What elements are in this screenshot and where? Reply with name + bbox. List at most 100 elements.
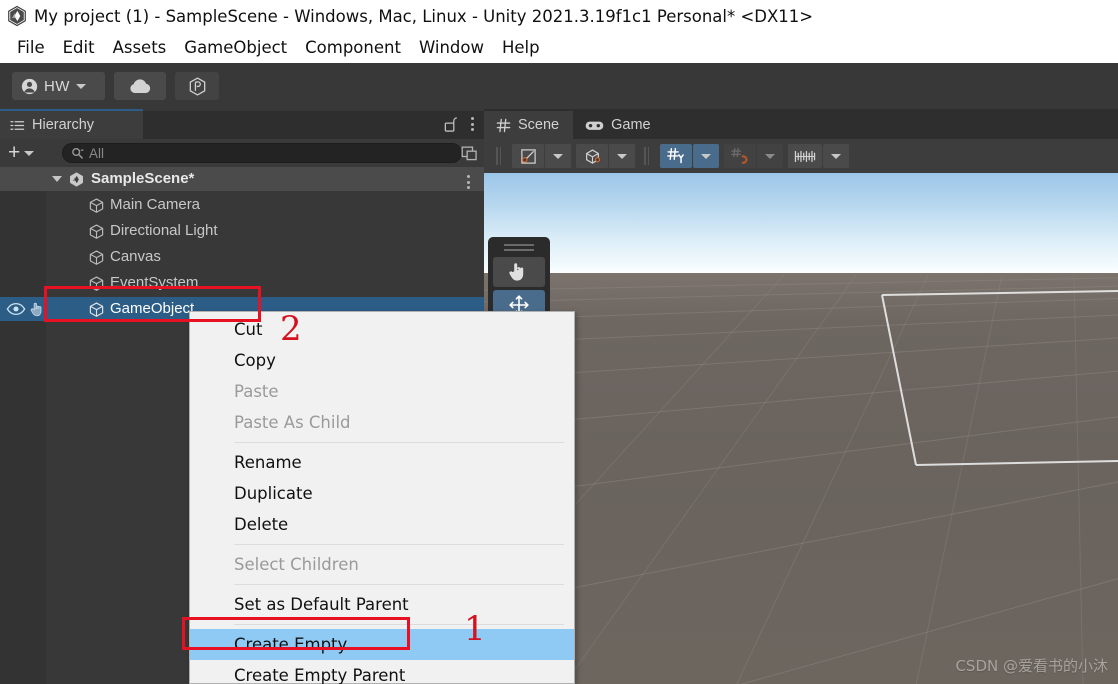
shading-mode-dropdown[interactable]: [545, 144, 571, 168]
account-label: HW: [44, 77, 70, 95]
scene-toolbar: [484, 139, 1118, 173]
scene-viewport[interactable]: CSDN @爱看书的小沐: [484, 173, 1118, 684]
chevron-down-icon: [75, 83, 86, 89]
grid-size-button[interactable]: [788, 144, 822, 168]
scene-view-panel: Scene Game CSDN @爱看书的小沐: [484, 109, 1118, 684]
gameobject-cube-icon: [89, 250, 104, 265]
hierarchy-item-main-camera[interactable]: Main Camera: [0, 193, 484, 217]
shading-mode-icon: [520, 148, 536, 164]
context-item-set-as-default-parent[interactable]: Set as Default Parent: [190, 589, 574, 620]
search-icon: [72, 147, 84, 159]
context-item-rename[interactable]: Rename: [190, 447, 574, 478]
add-gameobject-button[interactable]: +: [8, 142, 35, 163]
chevron-down-icon: [831, 153, 841, 159]
hierarchy-item-label: EventSystem: [110, 274, 199, 291]
search-placeholder: All: [89, 145, 105, 161]
gameobject-cube-icon: [89, 224, 104, 239]
grid-snapping-dropdown[interactable]: [693, 144, 719, 168]
2d-3d-toggle-button[interactable]: [576, 144, 608, 168]
menu-file[interactable]: File: [8, 37, 54, 58]
cloud-button[interactable]: [114, 72, 166, 100]
gameobject-cube-icon: [89, 198, 104, 213]
toolbar-grip-icon[interactable]: [496, 147, 503, 165]
menu-gameobject[interactable]: GameObject: [175, 37, 296, 58]
expand-panel-icon[interactable]: [461, 146, 478, 161]
context-separator: [234, 624, 564, 625]
game-tab-label: Game: [611, 117, 651, 133]
hierarchy-context-menu: Cut Copy Paste Paste As Child Rename Dup…: [189, 311, 575, 684]
context-item-paste: Paste: [234, 382, 279, 401]
chevron-down-icon: [617, 153, 627, 159]
account-button[interactable]: HW: [12, 72, 105, 100]
magnet-snap-icon: [731, 147, 748, 164]
menu-window[interactable]: Window: [410, 37, 493, 58]
gamepad-icon: [585, 121, 604, 130]
hierarchy-scene-root[interactable]: SampleScene*: [0, 167, 484, 191]
unlocked-padlock-icon[interactable]: [443, 116, 458, 133]
scene-root-label: SampleScene*: [91, 170, 195, 187]
context-item-copy[interactable]: Copy: [190, 345, 574, 376]
hierarchy-item-eventsystem[interactable]: EventSystem: [0, 271, 484, 295]
context-separator: [234, 442, 564, 443]
unity-toolbar: HW: [0, 63, 1118, 109]
drag-handle-icon[interactable]: [504, 244, 534, 252]
unity-logo-icon: [8, 5, 26, 27]
grid-snapping-button[interactable]: [660, 144, 692, 168]
kebab-menu-icon[interactable]: [469, 115, 476, 133]
scene-tab-row: Scene Game: [484, 109, 1118, 139]
hierarchy-search-row: + All: [0, 139, 484, 167]
tab-scene[interactable]: Scene: [484, 111, 574, 139]
menu-component[interactable]: Component: [296, 37, 410, 58]
scene-tab-label: Scene: [518, 117, 560, 133]
window-title: My project (1) - SampleScene - Windows, …: [34, 6, 814, 26]
ruler-icon: [794, 150, 816, 162]
hierarchy-tab-tools: [443, 115, 476, 133]
context-item-create-empty[interactable]: Create Empty: [190, 629, 574, 660]
unity-editor-window: My project (1) - SampleScene - Windows, …: [0, 0, 1118, 684]
grid-size-dropdown[interactable]: [823, 144, 849, 168]
hand-icon: [509, 263, 524, 281]
menu-assets[interactable]: Assets: [104, 37, 176, 58]
context-item-cut[interactable]: Cut: [190, 314, 574, 345]
unity-services-icon: [189, 76, 205, 96]
chevron-down-icon: [765, 153, 775, 159]
services-button[interactable]: [175, 72, 219, 100]
tab-game[interactable]: Game: [573, 111, 665, 139]
grid-hash-icon: [496, 118, 511, 132]
surface-snap-button[interactable]: [724, 144, 756, 168]
draw-mode-group: [512, 144, 571, 168]
surface-snap-group: [724, 144, 783, 168]
context-item-select-children: Select Children: [234, 555, 359, 574]
context-separator: [234, 544, 564, 545]
hierarchy-item-canvas[interactable]: Canvas: [0, 245, 484, 269]
context-item-create-empty-parent[interactable]: Create Empty Parent: [190, 660, 574, 684]
gameobject-cube-icon: [89, 302, 104, 317]
2d-3d-dropdown[interactable]: [609, 144, 635, 168]
chevron-down-icon[interactable]: [52, 176, 62, 182]
tab-hierarchy[interactable]: Hierarchy: [0, 111, 143, 139]
context-item-delete[interactable]: Delete: [190, 509, 574, 540]
visibility-eye-icon[interactable]: [6, 302, 26, 316]
pickability-hand-icon[interactable]: [29, 301, 46, 317]
grid-snap-group: [660, 144, 719, 168]
scene-grid: [484, 274, 1118, 684]
search-input[interactable]: All: [62, 143, 462, 163]
toolbar-grip-icon[interactable]: [644, 147, 651, 165]
unity-scene-icon: [70, 172, 83, 187]
cube-2d3d-icon: [585, 148, 600, 164]
2d3d-group: [576, 144, 635, 168]
context-separator: [234, 584, 564, 585]
shading-mode-button[interactable]: [512, 144, 544, 168]
hierarchy-item-label: Directional Light: [110, 222, 218, 239]
menu-help[interactable]: Help: [493, 37, 549, 58]
surface-snap-dropdown[interactable]: [757, 144, 783, 168]
scene-context-menu-icon[interactable]: [465, 173, 472, 191]
context-item-duplicate[interactable]: Duplicate: [190, 478, 574, 509]
gameobject-cube-icon: [89, 276, 104, 291]
hierarchy-item-label: Canvas: [110, 248, 161, 265]
hand-tool-button[interactable]: [493, 257, 545, 287]
hierarchy-list-icon: [10, 120, 25, 130]
hierarchy-item-directional-light[interactable]: Directional Light: [0, 219, 484, 243]
menu-edit[interactable]: Edit: [54, 37, 104, 58]
grid-size-group: [788, 144, 849, 168]
